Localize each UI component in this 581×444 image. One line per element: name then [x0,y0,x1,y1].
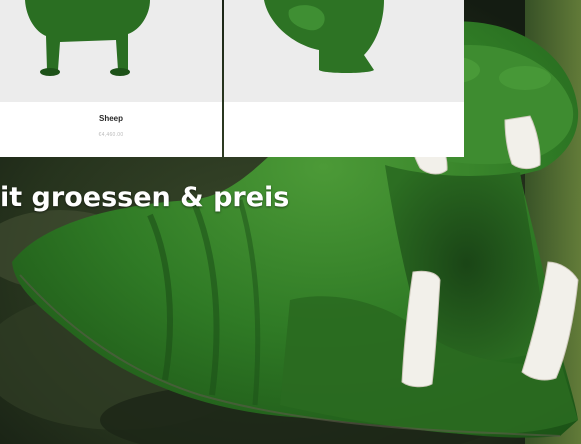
product-title: Sheep [98,114,123,123]
product-photo [224,0,464,102]
product-photo [0,0,222,102]
section-headline: it groessen & preis [0,182,290,213]
product-card-second[interactable] [224,0,464,157]
product-card-sheep[interactable]: Sheep €4,460.00 [0,0,222,157]
product-price: €4,460.00 [98,132,124,138]
